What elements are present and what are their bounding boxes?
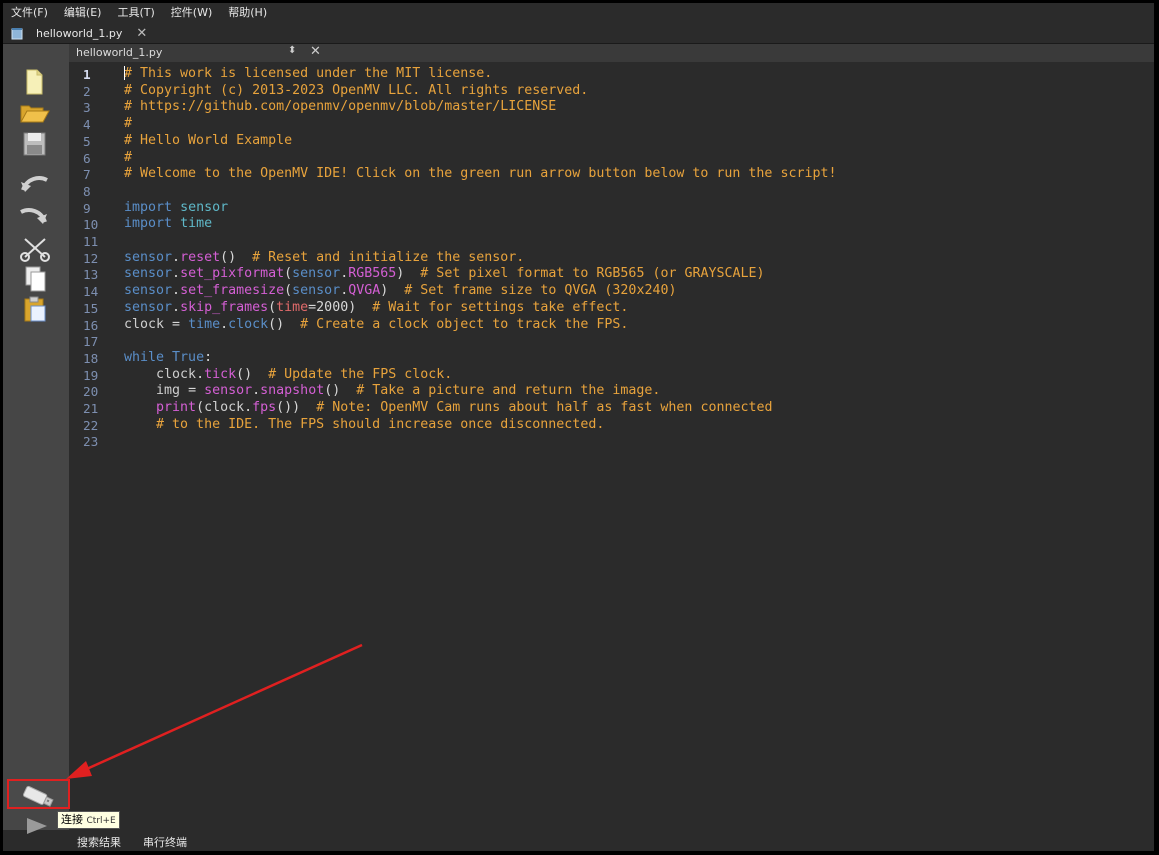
line-number: 15 [83, 300, 99, 316]
text-cursor [124, 66, 125, 80]
usb-connect-icon [22, 785, 54, 807]
line-number: 4 [83, 117, 91, 133]
line-number: 5 [83, 133, 91, 149]
comment: # Take a picture and return the image. [356, 383, 661, 399]
code-line: # [124, 116, 132, 133]
new-file-icon[interactable] [17, 68, 51, 96]
code-line: sensor.skip_frames(time=2000) # Wait for… [124, 299, 629, 315]
code-line: # Hello World Example [124, 133, 292, 150]
comment: # Wait for settings take effect. [372, 299, 629, 315]
code-line: # [124, 150, 132, 167]
comment: # Hello World Example [124, 132, 293, 148]
line-number: 6 [83, 150, 91, 166]
comment: # https://github.com/openmv/openmv/blob/… [124, 99, 557, 115]
code-line: import time [124, 216, 212, 233]
line-number: 13 [83, 267, 99, 283]
line-number: 11 [83, 234, 99, 249]
module-name: sensor [180, 199, 229, 215]
comment: # Reset and initialize the sensor. [252, 249, 525, 265]
line-number: 8 [83, 183, 91, 199]
comment: # Set frame size to QVGA (320x240) [404, 283, 677, 299]
keyword: import [124, 216, 173, 232]
undo-icon[interactable] [17, 170, 51, 198]
ide-window: 文件(F) 编辑(E) 工具(T) 控件(W) 帮助(H) helloworld… [3, 3, 1154, 851]
code-line: clock = time.clock() # Create a clock ob… [124, 316, 629, 332]
redo-icon[interactable] [17, 202, 51, 230]
file-tab[interactable]: helloworld_1.py ✕ [3, 23, 147, 43]
line-number: 23 [83, 434, 99, 450]
line-number: 17 [83, 334, 99, 350]
editor-header: helloworld_1.py ⬍ ✕ [69, 44, 1154, 62]
code-line: print(clock.fps()) # Note: OpenMV Cam ru… [156, 400, 773, 415]
close-document-icon[interactable]: ✕ [310, 44, 321, 59]
code-line: while True: [124, 349, 213, 365]
connect-button[interactable] [7, 779, 70, 809]
line-number: 3 [83, 100, 91, 116]
line-number: 10 [83, 217, 99, 233]
comment: # This work is licensed under the MIT li… [124, 66, 493, 81]
code-line: img = sensor.snapshot() # Take a picture… [156, 383, 661, 399]
module-name: time [180, 216, 213, 232]
line-number: 1 [83, 67, 91, 82]
comment: # Copyright (c) 2013-2023 OpenMV LLC. Al… [124, 82, 589, 98]
menu-file[interactable]: 文件(F) [3, 3, 56, 23]
file-switch-icon[interactable]: ⬍ [288, 45, 296, 56]
paste-icon[interactable] [17, 296, 51, 324]
menu-bar: 文件(F) 编辑(E) 工具(T) 控件(W) 帮助(H) [3, 3, 1154, 23]
file-tab-label: helloworld_1.py [36, 26, 123, 40]
save-icon[interactable] [17, 130, 51, 158]
tooltip-label: 连接 [61, 813, 83, 826]
copy-icon[interactable] [17, 265, 51, 293]
line-number: 7 [83, 167, 91, 183]
line-number: 18 [83, 350, 99, 366]
menu-edit[interactable]: 编辑(E) [56, 3, 110, 23]
tab-search-results[interactable]: 搜索结果 [77, 834, 121, 850]
connect-tooltip: 连接 Ctrl+E [57, 811, 120, 829]
comment: # Welcome to the OpenMV IDE! Click on th… [124, 166, 837, 182]
code-editor[interactable]: # This work is licensed under the MIT li… [124, 62, 1154, 830]
line-number: 14 [83, 284, 99, 300]
menu-widgets[interactable]: 控件(W) [163, 3, 220, 23]
line-number-gutter: 1 2 3 4 5 6 7 8 9 10 11 12 13 14 15 16 17 18 19 20 21 22 23 [69, 62, 121, 830]
line-number: 21 [83, 401, 99, 416]
editor-filename[interactable]: helloworld_1.py [76, 46, 162, 59]
tab-serial-terminal[interactable]: 串行终端 [143, 834, 187, 850]
code-line: # Welcome to the OpenMV IDE! Click on th… [124, 166, 836, 183]
line-number: 22 [83, 417, 99, 433]
comment: # Update the FPS clock. [268, 366, 453, 382]
open-folder-icon[interactable] [17, 98, 51, 126]
code-line: import sensor [124, 200, 228, 217]
cut-icon[interactable] [17, 235, 51, 263]
tooltip-shortcut: Ctrl+E [86, 816, 116, 826]
file-tab-bar: helloworld_1.py ✕ [3, 23, 1154, 43]
line-number: 20 [83, 384, 99, 400]
output-tab-bar: 搜索结果 串行终端 [69, 830, 1154, 851]
code-line: # https://github.com/openmv/openmv/blob/… [124, 99, 556, 116]
comment: # Create a clock object to track the FPS… [300, 316, 629, 332]
line-number: 12 [83, 250, 99, 266]
code-line: # This work is licensed under the MIT li… [124, 66, 492, 83]
run-script-icon[interactable] [27, 818, 47, 834]
comment: # to the IDE. The FPS should increase on… [156, 416, 605, 432]
comment: # Note: OpenMV Cam runs about half as fa… [316, 400, 773, 415]
close-tab-icon[interactable]: ✕ [136, 26, 147, 41]
keyword: import [124, 199, 173, 215]
comment: # [124, 116, 133, 132]
comment: # Set pixel format to RGB565 (or GRAYSCA… [420, 266, 765, 282]
menu-tools[interactable]: 工具(T) [109, 3, 162, 23]
code-line: sensor.set_framesize(sensor.QVGA) # Set … [124, 283, 677, 299]
toolbar-sidebar [3, 44, 69, 830]
line-number: 16 [83, 317, 99, 333]
line-number: 19 [83, 367, 99, 383]
line-number: 2 [83, 83, 91, 99]
notepad-icon [11, 27, 24, 40]
menu-help[interactable]: 帮助(H) [220, 3, 275, 23]
line-number: 9 [83, 200, 91, 216]
code-line: # Copyright (c) 2013-2023 OpenMV LLC. Al… [124, 83, 588, 100]
comment: # [124, 149, 133, 165]
code-line: sensor.reset() # Reset and initialize th… [124, 249, 525, 265]
code-line: sensor.set_pixformat(sensor.RGB565) # Se… [124, 266, 765, 282]
code-line: clock.tick() # Update the FPS clock. [156, 366, 453, 382]
code-line: # to the IDE. The FPS should increase on… [124, 417, 604, 434]
